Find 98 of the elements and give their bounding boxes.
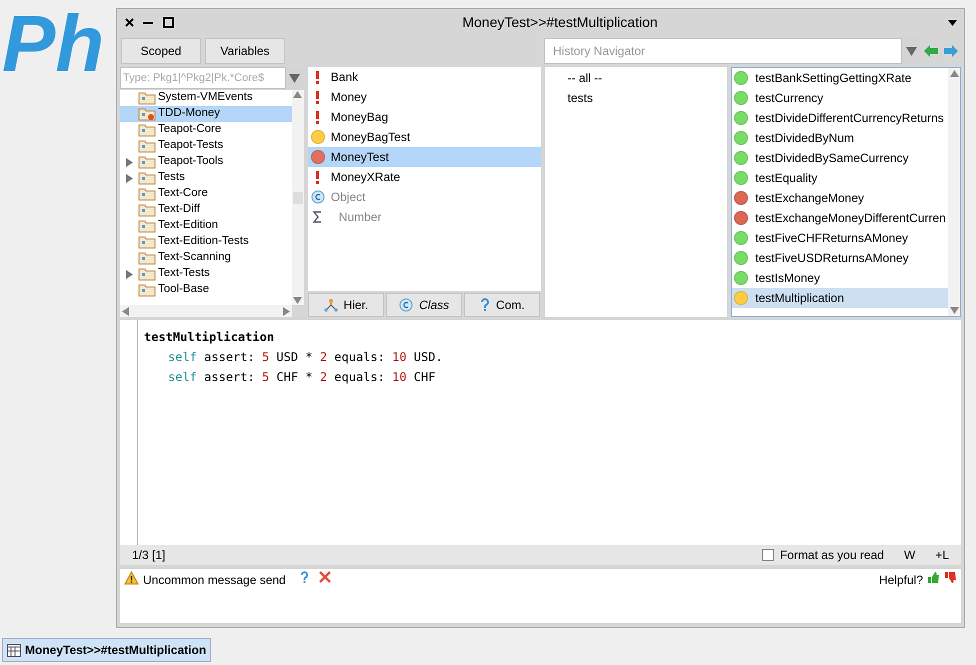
package-item[interactable]: Teapot-Tools <box>120 154 292 170</box>
folder-icon <box>138 251 156 265</box>
method-item[interactable]: testMultiplication <box>732 288 948 308</box>
folder-icon <box>138 203 156 217</box>
critic-message: Uncommon message send <box>143 572 286 589</box>
folder-icon <box>138 171 156 185</box>
exclamation-icon <box>316 90 320 104</box>
package-item[interactable]: Text-Diff <box>120 202 292 218</box>
code-line: self assert: 5 USD * 2 equals: 10 USD. <box>167 349 444 366</box>
package-item[interactable]: System-VMEvents <box>120 90 292 106</box>
scroll-down-arrow-icon[interactable] <box>293 297 302 304</box>
folder-icon <box>138 139 156 153</box>
class-item[interactable]: MoneyXRate <box>308 167 540 187</box>
folder-icon <box>138 235 156 249</box>
scroll-up-arrow-icon[interactable] <box>293 91 302 98</box>
folder-icon <box>138 91 156 105</box>
expand-arrow-icon[interactable] <box>126 158 132 166</box>
scroll-right-arrow-icon[interactable] <box>282 306 290 316</box>
wrap-toggle[interactable]: W <box>898 546 922 564</box>
folder-icon <box>138 283 156 297</box>
back-arrow-button[interactable] <box>924 43 940 59</box>
forward-arrow-button[interactable] <box>944 43 960 59</box>
method-item[interactable]: testDividedBySameCurrency <box>732 148 948 168</box>
helpful-label: Helpful? <box>878 572 923 589</box>
taskbar-button[interactable]: MoneyTest>>#testMultiplication <box>2 638 212 662</box>
method-item[interactable]: testDivideDifferentCurrencyReturns <box>732 108 948 128</box>
package-filter-field[interactable]: Type: Pkg1|^Pkg2|Pk.*Core$ <box>120 67 286 89</box>
package-item[interactable]: Teapot-Core <box>120 122 292 138</box>
package-item[interactable]: Text-Edition-Tests <box>120 234 292 250</box>
method-item[interactable]: testDividedByNum <box>732 128 948 148</box>
class-item[interactable]: Object <box>308 187 540 207</box>
window-title: MoneyTest>>#testMultiplication <box>461 13 659 32</box>
line-numbers-toggle[interactable]: +L <box>935 546 949 564</box>
method-item[interactable]: testIsMoney <box>732 268 948 288</box>
class-item[interactable]: Bank <box>308 67 540 87</box>
package-item[interactable]: Teapot-Tests <box>120 138 292 154</box>
scroll-up-arrow-icon[interactable] <box>950 70 958 77</box>
horizontal-scrollbar[interactable] <box>120 305 292 317</box>
class-icon <box>399 298 414 312</box>
package-item[interactable]: Text-Tests <box>120 266 292 282</box>
format-checkbox[interactable]: Format as you read <box>762 546 884 564</box>
method-item[interactable]: testExchangeMoney <box>732 188 948 208</box>
class-icon <box>310 190 325 204</box>
method-item[interactable]: testFiveCHFReturnsAMoney <box>732 228 948 248</box>
class-item[interactable]: Number <box>308 207 540 227</box>
expand-arrow-icon[interactable] <box>126 270 132 278</box>
package-item[interactable]: Text-Scanning <box>120 250 292 266</box>
scrollbar[interactable] <box>948 68 960 316</box>
help-button[interactable] <box>300 571 309 584</box>
protocol-item[interactable]: -- all -- <box>544 68 728 88</box>
scroll-thumb[interactable] <box>292 192 303 204</box>
folder-icon <box>138 155 156 169</box>
view-mode-button[interactable]: Hier. <box>308 293 384 317</box>
cursor-position: 1/3 [1] <box>132 547 166 564</box>
thumbs-down-button[interactable] <box>944 571 957 584</box>
logo: Ph <box>2 4 104 84</box>
method-item[interactable]: testEquality <box>732 168 948 188</box>
package-item[interactable]: Text-Core <box>120 186 292 202</box>
thumbs-up-button[interactable] <box>927 571 940 584</box>
view-mode-button[interactable]: Class <box>386 293 462 317</box>
toolbar-button[interactable]: Variables <box>205 38 285 64</box>
package-item[interactable]: Tool-Base <box>120 282 292 298</box>
exclamation-icon <box>316 170 320 184</box>
maximize-button[interactable] <box>163 17 174 28</box>
class-item[interactable]: Money <box>308 87 540 107</box>
method-item[interactable]: testFiveUSDReturnsAMoney <box>732 248 948 268</box>
package-item[interactable]: TDD-Money <box>120 106 292 122</box>
folder-icon <box>138 187 156 201</box>
toolbar-button[interactable]: Scoped <box>121 38 201 64</box>
exclamation-icon <box>316 110 320 124</box>
class-item[interactable]: MoneyBagTest <box>308 127 540 147</box>
folder-icon <box>138 267 156 281</box>
view-mode-button[interactable]: Com. <box>464 293 540 317</box>
folder-icon <box>138 219 156 233</box>
folder-gear-icon <box>138 107 156 121</box>
history-field[interactable]: History Navigator <box>544 38 902 64</box>
expand-arrow-icon[interactable] <box>126 174 132 182</box>
dismiss-button[interactable] <box>318 571 331 583</box>
package-item[interactable]: Text-Edition <box>120 218 292 234</box>
browser-icon <box>7 644 21 656</box>
scroll-down-arrow-icon[interactable] <box>950 307 958 314</box>
exclamation-icon <box>316 70 320 84</box>
close-button[interactable] <box>123 16 135 28</box>
scroll-left-arrow-icon[interactable] <box>122 306 129 316</box>
scrollbar[interactable] <box>292 90 304 305</box>
method-item[interactable]: testBankSettingGettingXRate <box>732 68 948 88</box>
method-signature: testMultiplication <box>144 329 276 346</box>
hierarchy-icon <box>324 298 338 312</box>
method-item[interactable]: testExchangeMoneyDifferentCurren <box>732 208 948 228</box>
method-item[interactable]: testCurrency <box>732 88 948 108</box>
protocol-item[interactable]: tests <box>544 88 728 108</box>
code-line: self assert: 5 CHF * 2 equals: 10 CHF <box>167 369 436 386</box>
warning-icon <box>124 571 139 585</box>
folder-icon <box>138 123 156 137</box>
class-item[interactable]: MoneyBag <box>308 107 540 127</box>
class-item[interactable]: MoneyTest <box>308 147 540 167</box>
question-icon <box>480 298 490 312</box>
package-item[interactable]: Tests <box>120 170 292 186</box>
